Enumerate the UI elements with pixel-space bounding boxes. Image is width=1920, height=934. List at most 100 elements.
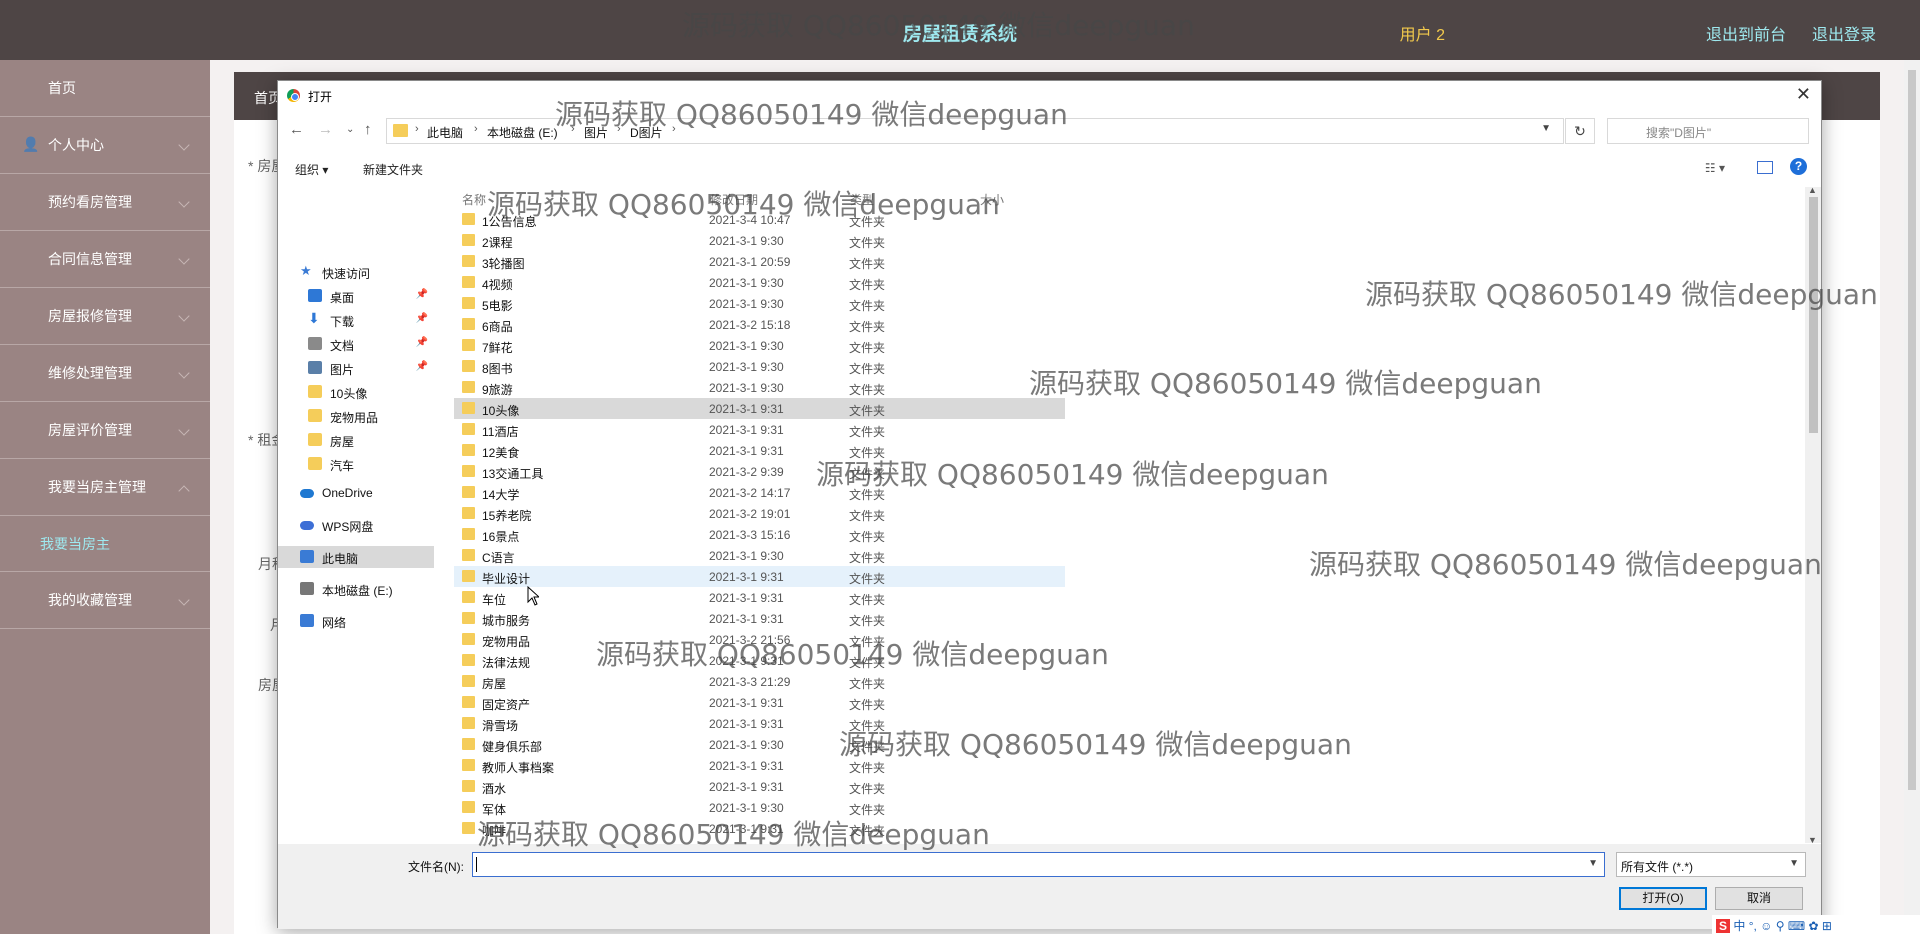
sidebar-item-review[interactable]: 房屋评价管理 xyxy=(0,402,210,459)
file-row[interactable]: 10头像 2021-3-1 9:31 文件夹 xyxy=(454,398,1065,419)
scroll-up-icon[interactable]: ▲ xyxy=(1808,185,1817,195)
new-folder-button[interactable]: 新建文件夹 xyxy=(363,161,423,178)
sidebar-item-label: 个人中心 xyxy=(48,137,104,153)
nav-item-label: 下载 xyxy=(330,315,355,329)
file-row[interactable]: C语言 2021-3-1 9:30 文件夹 xyxy=(454,545,1065,566)
file-row[interactable]: 车位 2021-3-1 9:31 文件夹 xyxy=(454,587,1065,608)
sidebar-item-booking[interactable]: 预约看房管理 xyxy=(0,174,210,231)
column-header-name[interactable]: 名称 xyxy=(462,191,486,208)
nav-item-8[interactable]: 房屋 xyxy=(278,429,434,451)
scrollbar-thumb[interactable] xyxy=(1908,70,1916,790)
organize-menu[interactable]: 组织 ▾ xyxy=(295,161,328,178)
file-row[interactable]: 16景点 2021-3-3 15:16 文件夹 xyxy=(454,524,1065,545)
nav-item-14[interactable]: 网络 xyxy=(278,610,434,632)
nav-item-label: 图片 xyxy=(330,363,355,377)
sidebar-item-label: 我要当房主管理 xyxy=(48,479,146,495)
file-name: 城市服务 xyxy=(482,614,531,628)
sidebar-item-contract[interactable]: 合同信息管理 xyxy=(0,231,210,288)
filename-label: 文件名(N): xyxy=(408,860,464,874)
nav-item-1[interactable]: ★ 快速访问 xyxy=(278,261,434,283)
chevron-down-icon[interactable]: ▼ xyxy=(1588,858,1598,869)
path-segment[interactable]: 本地磁盘 (E:) xyxy=(487,124,558,141)
sidebar-item-maintenance[interactable]: 维修处理管理 xyxy=(0,345,210,402)
user-label[interactable]: 用户 2 xyxy=(1400,21,1445,45)
sidebar-subitem-be-landlord[interactable]: 我要当房主 xyxy=(0,516,210,572)
folder-icon xyxy=(462,738,475,750)
file-type-select[interactable]: 所有文件 (*.*) ▼ xyxy=(1616,852,1806,877)
help-icon[interactable]: ? xyxy=(1790,158,1807,175)
folder-icon xyxy=(462,234,475,246)
folder-icon xyxy=(462,549,475,561)
sidebar-item-home[interactable]: 首页 xyxy=(0,60,210,117)
nav-item-12[interactable]: 此电脑 xyxy=(278,546,434,568)
file-type: 文件夹 xyxy=(849,320,886,334)
file-type: 文件夹 xyxy=(849,677,886,691)
scrollbar-thumb[interactable] xyxy=(1809,197,1818,433)
nav-item-11[interactable]: WPS网盘 xyxy=(278,514,434,536)
refresh-button[interactable]: ↻ xyxy=(1565,118,1595,144)
chevron-down-icon[interactable]: ▼ xyxy=(1541,123,1551,134)
view-options-icon[interactable]: ☷ ▾ xyxy=(1705,161,1725,175)
nav-item-7[interactable]: 宠物用品 xyxy=(278,405,434,427)
file-name: 15养老院 xyxy=(482,509,532,523)
sidebar-item-favorites[interactable]: 我的收藏管理 xyxy=(0,572,210,629)
file-row[interactable]: 11酒店 2021-3-1 9:31 文件夹 xyxy=(454,419,1065,440)
nav-item-10[interactable]: OneDrive xyxy=(278,482,434,504)
search-input[interactable]: 搜索"D图片" xyxy=(1607,118,1809,144)
navigation-pane: ★ 快速访问 桌面 📌 ⬇ 下载 📌 文档 📌 图片 📌 10头像 宠物用品 房屋 汽车 OneDrive WP… xyxy=(278,183,438,842)
file-row[interactable]: 固定资产 2021-3-1 9:31 文件夹 xyxy=(454,692,1065,713)
sidebar-item-landlord[interactable]: 我要当房主管理 xyxy=(0,459,210,516)
preview-pane-icon[interactable] xyxy=(1757,161,1773,174)
file-row[interactable]: 2课程 2021-3-1 9:30 文件夹 xyxy=(454,230,1065,251)
file-row[interactable]: 酒水 2021-3-1 9:31 文件夹 xyxy=(454,776,1065,797)
logout-link[interactable]: 退出登录 xyxy=(1812,21,1876,45)
nav-item-4[interactable]: 文档 📌 xyxy=(278,333,434,355)
watermark-text: 源码获取 QQ86050149 微信deepguan xyxy=(1309,548,1822,581)
back-arrow-icon[interactable]: ← xyxy=(289,121,304,138)
folder-icon xyxy=(308,457,322,470)
nav-item-3[interactable]: ⬇ 下载 📌 xyxy=(278,309,434,331)
file-row[interactable]: 毕业设计 2021-3-1 9:31 文件夹 xyxy=(454,566,1065,587)
ime-toolbar[interactable]: S 中 °, ☺ ⚲ ⌨ ✿ ⊞ xyxy=(1712,915,1920,934)
file-row[interactable]: 6商品 2021-3-2 15:18 文件夹 xyxy=(454,314,1065,335)
file-row[interactable]: 房屋 2021-3-3 21:29 文件夹 xyxy=(454,671,1065,692)
sidebar-item-repair[interactable]: 房屋报修管理 xyxy=(0,288,210,345)
file-row[interactable]: 5电影 2021-3-1 9:30 文件夹 xyxy=(454,293,1065,314)
nav-item-13[interactable]: 本地磁盘 (E:) xyxy=(278,578,434,600)
nav-item-2[interactable]: 桌面 📌 xyxy=(278,285,434,307)
cancel-button[interactable]: 取消 xyxy=(1715,887,1803,910)
path-segment[interactable]: 此电脑 xyxy=(427,124,463,141)
file-date: 2021-3-1 9:31 xyxy=(709,759,784,773)
nav-item-9[interactable]: 汽车 xyxy=(278,453,434,475)
contract-icon xyxy=(22,250,40,268)
download-icon: ⬇ xyxy=(308,310,320,326)
filename-input[interactable]: ▼ xyxy=(472,852,1605,877)
file-row[interactable]: 7鲜花 2021-3-1 9:30 文件夹 xyxy=(454,335,1065,356)
file-row[interactable]: 城市服务 2021-3-1 9:31 文件夹 xyxy=(454,608,1065,629)
file-row[interactable]: 9旅游 2021-3-1 9:30 文件夹 xyxy=(454,377,1065,398)
file-date: 2021-3-1 9:30 xyxy=(709,738,784,752)
nav-item-5[interactable]: 图片 📌 xyxy=(278,357,434,379)
folder-icon xyxy=(462,213,475,225)
file-row[interactable]: 8图书 2021-3-1 9:30 文件夹 xyxy=(454,356,1065,377)
dialog-title: 打开 xyxy=(308,90,333,104)
file-name: 2课程 xyxy=(482,236,513,250)
file-name: 12美食 xyxy=(482,446,520,460)
up-arrow-icon[interactable]: ↑ xyxy=(364,121,372,138)
folder-icon xyxy=(462,717,475,729)
page-scrollbar[interactable] xyxy=(1904,60,1920,934)
file-name: 5电影 xyxy=(482,299,513,313)
file-row[interactable]: 15养老院 2021-3-2 19:01 文件夹 xyxy=(454,503,1065,524)
file-row[interactable]: 3轮播图 2021-3-1 20:59 文件夹 xyxy=(454,251,1065,272)
forward-arrow-icon[interactable]: → xyxy=(318,121,333,138)
sidebar-item-label: 房屋报修管理 xyxy=(48,308,132,324)
sidebar-item-personal-center[interactable]: 👤 个人中心 xyxy=(0,117,210,174)
recent-chevron-icon[interactable]: ⌄ xyxy=(346,124,354,135)
open-button[interactable]: 打开(O) xyxy=(1619,887,1707,910)
file-row[interactable]: 4视频 2021-3-1 9:30 文件夹 xyxy=(454,272,1065,293)
close-icon[interactable]: ✕ xyxy=(1796,84,1811,105)
folder-icon xyxy=(462,654,475,666)
network-icon xyxy=(300,614,314,627)
nav-item-6[interactable]: 10头像 xyxy=(278,381,434,403)
exit-to-front-link[interactable]: 退出到前台 xyxy=(1706,21,1786,45)
